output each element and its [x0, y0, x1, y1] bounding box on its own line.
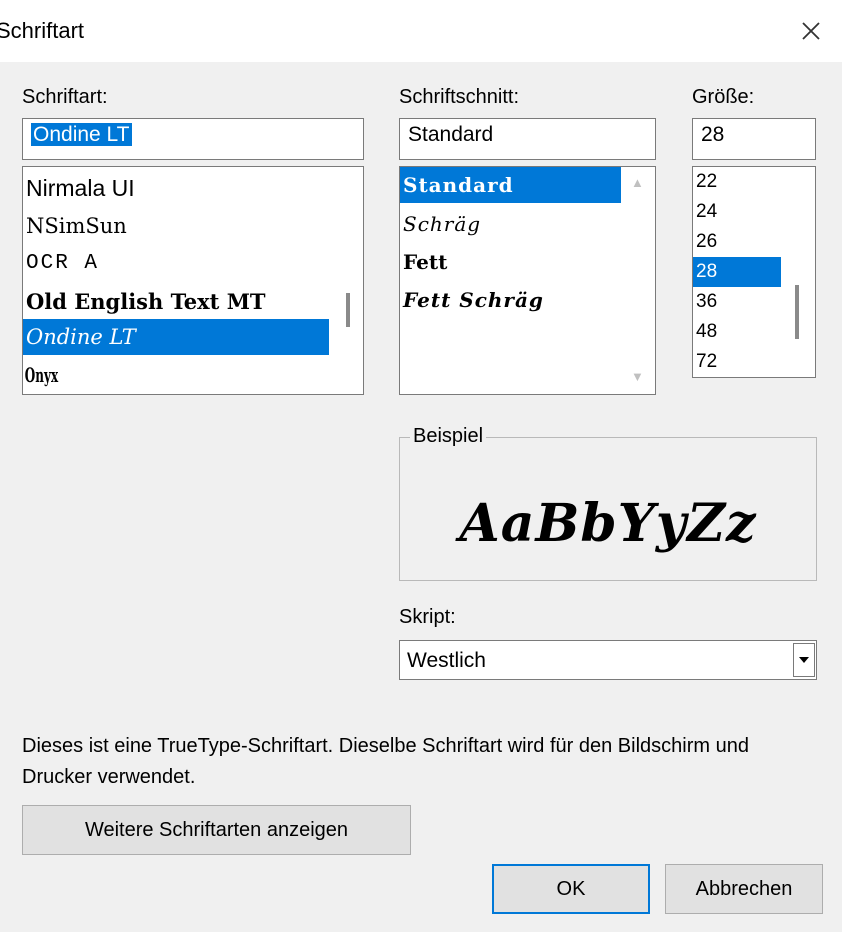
sample-title: Beispiel: [410, 425, 487, 448]
list-item-selected[interactable]: Standard: [400, 167, 622, 203]
list-item-selected[interactable]: 28: [693, 257, 781, 287]
style-value: Standard: [408, 123, 494, 146]
size-value: 28: [701, 123, 725, 146]
title-bar: Schriftart: [0, 0, 842, 62]
list-item[interactable]: Fett: [400, 243, 622, 281]
sample-group: Beispiel AaBbYyZz: [399, 425, 817, 581]
list-item[interactable]: 72: [693, 347, 781, 377]
font-name-input[interactable]: Ondine LT: [22, 118, 364, 160]
font-label: Schriftart:: [22, 86, 108, 108]
list-item[interactable]: 36: [693, 287, 781, 317]
script-value: Westlich: [407, 649, 486, 672]
list-item[interactable]: 26: [693, 227, 781, 257]
list-item[interactable]: NSimSun: [23, 207, 333, 245]
size-list-scrollbar[interactable]: [781, 167, 815, 377]
font-list[interactable]: Nirmala UI NSimSun OCR A Old English Tex…: [22, 166, 364, 395]
list-item[interactable]: 22: [693, 167, 781, 197]
list-item[interactable]: Old English Text MT: [23, 283, 333, 321]
list-item[interactable]: Fett Schräg: [400, 281, 622, 319]
style-list-scrollbar[interactable]: ▲ ▼: [621, 167, 655, 394]
style-label: Schriftschnitt:: [399, 86, 520, 108]
list-item[interactable]: 48: [693, 317, 781, 347]
font-list-scrollbar[interactable]: [333, 167, 363, 394]
ok-button[interactable]: OK: [492, 864, 650, 914]
dialog-title: Schriftart: [0, 18, 85, 43]
size-input[interactable]: 28: [692, 118, 816, 160]
list-item[interactable]: Nirmala UI: [23, 169, 333, 207]
list-item[interactable]: OCR A: [23, 245, 333, 283]
cancel-button[interactable]: Abbrechen: [665, 864, 823, 914]
list-item[interactable]: Schräg: [400, 205, 622, 243]
size-label: Größe:: [692, 86, 755, 108]
scroll-down-icon[interactable]: ▼: [631, 369, 644, 384]
font-name-value: Ondine LT: [31, 123, 132, 146]
more-fonts-button[interactable]: Weitere Schriftarten anzeigen: [22, 805, 411, 855]
scroll-thumb[interactable]: [346, 293, 350, 327]
scroll-thumb[interactable]: [795, 285, 799, 339]
size-list[interactable]: 22 24 26 28 36 48 72: [692, 166, 816, 378]
style-input[interactable]: Standard: [399, 118, 656, 160]
sample-preview: AaBbYyZz: [459, 493, 757, 554]
list-item[interactable]: 24: [693, 197, 781, 227]
style-list[interactable]: Standard Schräg Fett Fett Schräg ▲ ▼: [399, 166, 656, 395]
list-item[interactable]: Onyx: [23, 357, 209, 393]
list-item-selected[interactable]: Ondine LT: [23, 319, 329, 355]
script-dropdown-button[interactable]: [793, 643, 815, 677]
script-select[interactable]: Westlich: [399, 640, 817, 680]
font-info-text: Dieses ist eine TrueType-Schriftart. Die…: [22, 735, 749, 788]
scroll-up-icon[interactable]: ▲: [631, 175, 644, 190]
chevron-down-icon: [799, 657, 809, 663]
close-button[interactable]: [780, 0, 842, 62]
script-label: Skript:: [399, 606, 456, 628]
close-icon: [802, 22, 820, 40]
